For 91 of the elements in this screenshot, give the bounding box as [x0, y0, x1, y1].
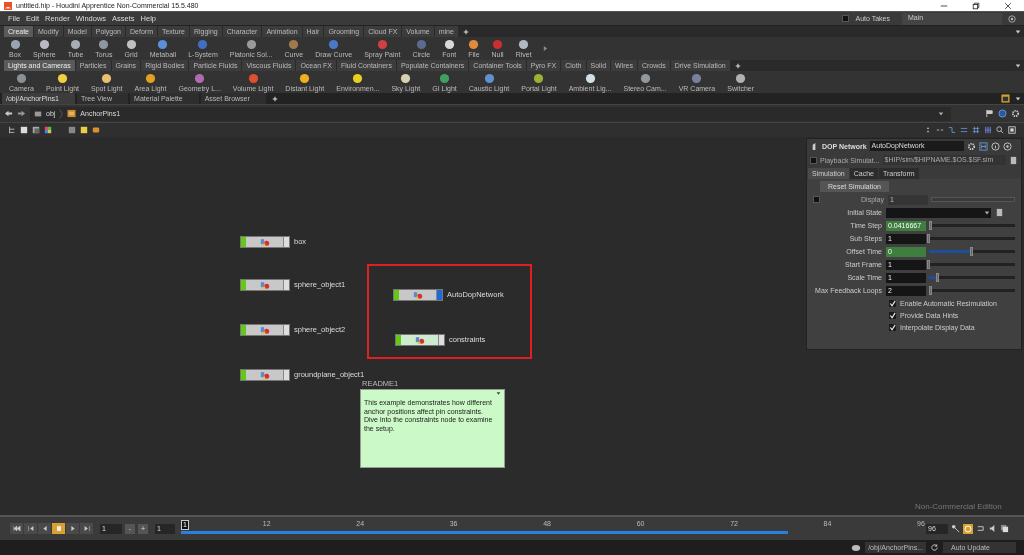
search-icon[interactable] — [996, 126, 1004, 134]
layout-icon[interactable] — [1001, 94, 1010, 103]
caret-icon[interactable] — [1015, 62, 1021, 69]
caret-icon[interactable] — [1015, 28, 1021, 35]
settings-icon[interactable] — [966, 141, 976, 151]
sticky-note-icon[interactable] — [80, 126, 88, 134]
shapes-icon — [259, 280, 270, 290]
display-flag[interactable] — [283, 370, 289, 380]
checkbox[interactable] — [810, 156, 817, 164]
box-icon[interactable] — [92, 126, 100, 134]
slider-handle[interactable] — [928, 221, 932, 230]
caret-icon[interactable] — [984, 209, 990, 216]
play-backward-button[interactable] — [38, 523, 51, 534]
play-button[interactable] — [66, 523, 79, 534]
caret-icon[interactable] — [938, 110, 944, 117]
slider-handle[interactable] — [928, 286, 932, 295]
stack-icon[interactable] — [1000, 524, 1009, 533]
node-flag[interactable] — [241, 370, 246, 380]
box-icon — [67, 109, 77, 118]
back-arrow-icon[interactable] — [4, 109, 13, 118]
slider-handle[interactable] — [927, 260, 930, 269]
shapes-icon — [259, 325, 270, 335]
display-flag[interactable] — [438, 335, 444, 345]
grid-icon[interactable] — [972, 126, 980, 134]
grid-icon[interactable] — [44, 126, 52, 134]
audio-icon[interactable] — [988, 524, 997, 533]
add-icon[interactable] — [271, 95, 278, 102]
grid-icon[interactable] — [984, 126, 992, 134]
dropdown-field[interactable] — [886, 207, 991, 218]
info-icon[interactable] — [990, 141, 1000, 151]
display-flag[interactable] — [283, 237, 289, 247]
clock-icon[interactable] — [963, 523, 973, 534]
slider-handle[interactable] — [970, 247, 973, 256]
cloud-icon[interactable] — [851, 542, 862, 553]
node-flag[interactable] — [241, 325, 246, 335]
scroll-arrow-icon[interactable] — [542, 44, 548, 52]
network-node[interactable] — [395, 334, 445, 346]
pin-icon[interactable] — [985, 109, 994, 118]
caret-icon[interactable] — [1015, 95, 1021, 102]
step-forward-icon — [82, 525, 91, 532]
checkbox[interactable] — [842, 15, 850, 22]
node-flag[interactable] — [241, 237, 246, 247]
node-flag[interactable] — [396, 335, 401, 345]
node-flag[interactable] — [241, 280, 246, 290]
jump-start-icon — [12, 525, 21, 532]
reverse-triangle-icon — [40, 525, 49, 532]
step-back-button[interactable] — [24, 523, 37, 534]
node-flag[interactable] — [394, 290, 399, 300]
close-icon[interactable] — [1004, 1, 1012, 10]
help-icon[interactable] — [1008, 14, 1016, 23]
forward-arrow-icon[interactable] — [17, 109, 26, 118]
network-node[interactable] — [240, 236, 290, 248]
slider-track[interactable] — [929, 250, 1015, 253]
dots-icon[interactable] — [924, 126, 932, 134]
shapes-icon — [414, 335, 425, 345]
help-icon[interactable] — [1002, 141, 1012, 151]
display-flag[interactable] — [283, 325, 289, 335]
settings-icon[interactable] — [1011, 109, 1020, 118]
shapes-icon — [259, 370, 270, 380]
add-icon[interactable] — [462, 28, 469, 35]
network-node[interactable] — [240, 324, 290, 336]
stop-icon — [54, 525, 63, 532]
chevron-icon — [59, 107, 64, 120]
globe-icon[interactable] — [998, 109, 1007, 118]
tree-icon[interactable] — [8, 126, 16, 134]
play-icon — [68, 525, 77, 532]
frame-icon[interactable] — [1008, 126, 1016, 134]
network-node[interactable] — [393, 289, 443, 301]
file-browse-icon[interactable] — [995, 208, 1004, 217]
jump-start-button[interactable] — [10, 523, 23, 534]
shapes-icon — [412, 290, 423, 300]
add-icon[interactable] — [734, 62, 741, 69]
display-flag[interactable] — [283, 280, 289, 290]
shapes-icon — [259, 237, 270, 247]
step-back-icon — [26, 525, 35, 532]
step-forward-button[interactable] — [80, 523, 93, 534]
edition-label: Non-Commercial Edition — [915, 502, 1002, 511]
caret-icon[interactable] — [496, 391, 501, 396]
slider-handle[interactable] — [936, 273, 940, 282]
key-icon[interactable] — [951, 524, 960, 533]
wire-icon[interactable] — [948, 126, 956, 134]
dash-icon[interactable] — [936, 126, 944, 134]
network-node[interactable] — [240, 369, 290, 381]
loop-icon[interactable] — [976, 524, 985, 533]
restore-icon[interactable] — [972, 1, 980, 10]
wire-icon[interactable] — [960, 126, 968, 134]
letter-h-icon[interactable] — [978, 141, 988, 151]
refresh-icon[interactable] — [930, 543, 939, 552]
network-node[interactable] — [240, 279, 290, 291]
slider-handle[interactable] — [927, 234, 930, 243]
file-browse-icon[interactable] — [1009, 155, 1018, 165]
